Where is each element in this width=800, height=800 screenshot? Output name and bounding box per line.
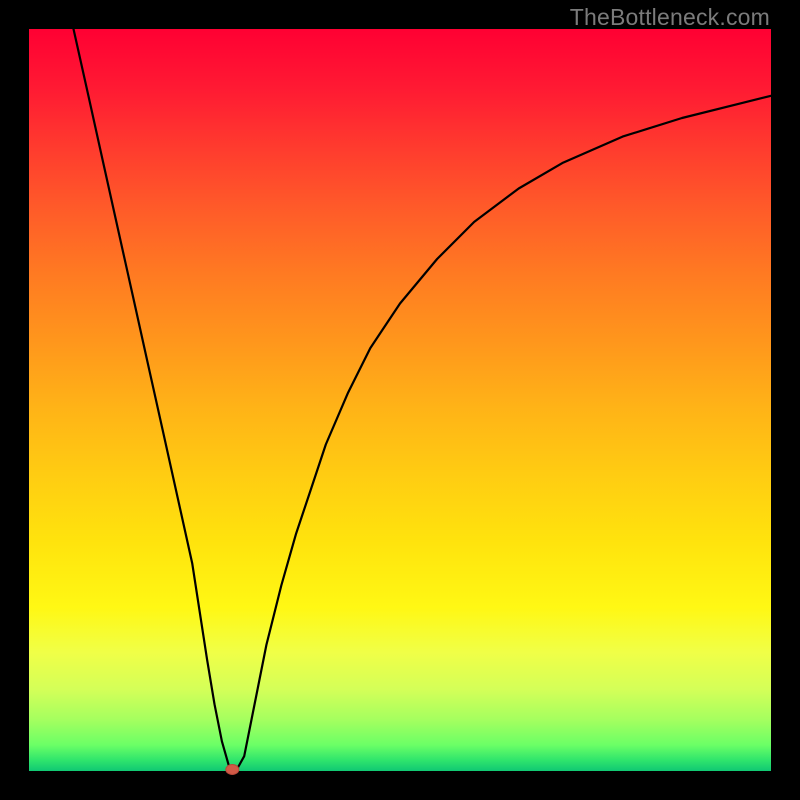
plot-area — [29, 29, 771, 771]
curve-layer — [29, 29, 771, 771]
bottleneck-curve — [74, 29, 772, 770]
chart-frame: TheBottleneck.com — [0, 0, 800, 800]
watermark-text: TheBottleneck.com — [570, 4, 770, 31]
minimum-marker — [226, 765, 239, 775]
